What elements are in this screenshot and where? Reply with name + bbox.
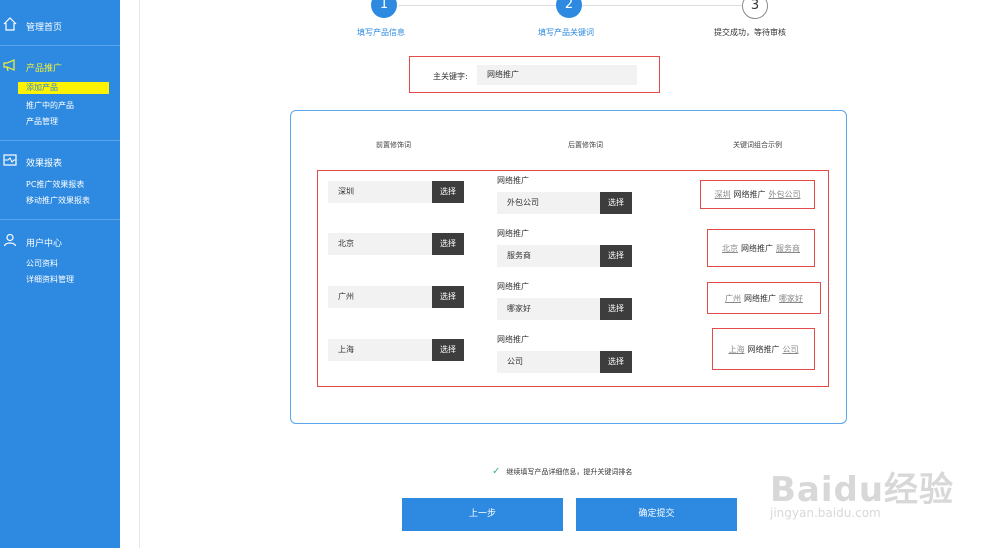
home-icon [3, 17, 17, 31]
combination-example: 北京 网络推广 服务商 [707, 229, 815, 267]
divider [139, 0, 140, 548]
step-3-circle: 3 [742, 0, 768, 19]
submit-button[interactable]: 确定提交 [576, 498, 737, 531]
suffix-input[interactable]: 哪家好 [497, 298, 601, 320]
prefix-select-button[interactable]: 选择 [432, 286, 464, 308]
continue-detail-option[interactable]: ✓ 继续填写产品详细信息，提升关键词排名 [492, 466, 632, 477]
suffix-input[interactable]: 公司 [497, 351, 601, 373]
sidebar-subitem-detail-management[interactable]: 详细资料管理 [26, 274, 74, 285]
prefix-input[interactable]: 上海 [328, 339, 432, 361]
example-keyword: 网络推广 [744, 293, 776, 303]
row-keyword-label: 网络推广 [497, 335, 529, 344]
suffix-select-button[interactable]: 选择 [600, 245, 632, 267]
row-keyword-label: 网络推广 [497, 176, 529, 185]
sidebar-subitem-add-product[interactable]: 添加产品 [18, 82, 109, 94]
sidebar-item-label: 产品推广 [26, 64, 63, 74]
sidebar-subitem-product-management[interactable]: 产品管理 [26, 116, 58, 127]
combination-example: 广州 网络推广 哪家好 [707, 282, 821, 314]
example-prefix[interactable]: 深圳 [715, 189, 731, 200]
sidebar-subitem-pc-report[interactable]: PC推广效果报表 [26, 179, 84, 190]
sidebar-item-user-center[interactable]: 用户中心 [0, 233, 120, 251]
sidebar-item-label: 效果报表 [26, 159, 63, 169]
user-icon [3, 233, 17, 247]
sidebar-item-reports[interactable]: 效果报表 [0, 153, 120, 171]
sidebar-item-label: 用户中心 [26, 239, 63, 249]
column-header-suffix: 后置修饰词 [568, 141, 603, 149]
suffix-input[interactable]: 外包公司 [497, 192, 601, 214]
prefix-input[interactable]: 广州 [328, 286, 432, 308]
suffix-select-button[interactable]: 选择 [600, 351, 632, 373]
baidu-jingyan-watermark: Baidu经验 jingyan.baidu.com [770, 462, 953, 532]
sidebar-subitem-company-info[interactable]: 公司资料 [26, 258, 58, 269]
prefix-select-button[interactable]: 选择 [432, 233, 464, 255]
combination-example: 上海 网络推广 公司 [712, 328, 815, 370]
prefix-select-button[interactable]: 选择 [432, 181, 464, 203]
suffix-select-button[interactable]: 选择 [600, 192, 632, 214]
watermark-brand: Baidu经验 [770, 470, 955, 510]
example-suffix[interactable]: 公司 [783, 344, 799, 355]
step-3-label: 提交成功，等待审核 [714, 28, 786, 37]
continue-detail-label: 继续填写产品详细信息，提升关键词排名 [506, 468, 633, 476]
divider [0, 219, 120, 220]
combination-example: 深圳 网络推广 外包公司 [700, 180, 815, 209]
example-prefix[interactable]: 北京 [722, 243, 738, 254]
sidebar-subitem-promoting-products[interactable]: 推广中的产品 [26, 100, 74, 111]
divider [0, 140, 120, 141]
column-header-example: 关键词组合示例 [733, 141, 782, 149]
report-icon [3, 154, 17, 166]
example-keyword: 网络推广 [733, 190, 766, 199]
sidebar-item-home[interactable]: 管理首页 [0, 17, 120, 35]
example-prefix[interactable]: 广州 [725, 293, 741, 304]
sidebar-item-promotion[interactable]: 产品推广 [0, 58, 120, 76]
example-suffix[interactable]: 哪家好 [779, 293, 803, 304]
row-keyword-label: 网络推广 [497, 229, 529, 238]
sidebar-item-label: 管理首页 [26, 23, 63, 33]
prefix-select-button[interactable]: 选择 [432, 339, 464, 361]
step-1-label: 填写产品信息 [357, 28, 405, 37]
prefix-input[interactable]: 北京 [328, 233, 432, 255]
divider [0, 45, 120, 46]
step-1-circle: 1 [371, 0, 397, 18]
suffix-input[interactable]: 服务商 [497, 245, 601, 267]
example-keyword: 网络推广 [741, 243, 773, 253]
example-suffix[interactable]: 外包公司 [769, 189, 801, 200]
megaphone-icon [3, 59, 15, 72]
main-keyword-input[interactable]: 网络推广 [477, 65, 637, 85]
example-prefix[interactable]: 上海 [729, 344, 745, 355]
suffix-select-button[interactable]: 选择 [600, 298, 632, 320]
sidebar-subitem-mobile-report[interactable]: 移动推广效果报表 [26, 195, 90, 206]
step-2-label: 填写产品关键词 [538, 28, 594, 37]
checkmark-icon: ✓ [492, 466, 501, 477]
main-keyword-box: 主关键字: 网络推广 [409, 56, 660, 93]
sidebar: 管理首页 产品推广 添加产品 推广中的产品 产品管理 效果报表 PC推广效果报表… [0, 0, 120, 548]
step-2-circle: 2 [556, 0, 582, 18]
example-keyword: 网络推广 [747, 344, 780, 354]
prefix-input[interactable]: 深圳 [328, 181, 432, 203]
column-header-prefix: 前置修饰词 [376, 141, 411, 149]
step-connector [398, 5, 558, 6]
prev-step-button[interactable]: 上一步 [402, 498, 563, 531]
watermark-url: jingyan.baidu.com [770, 506, 881, 520]
row-keyword-label: 网络推广 [497, 282, 529, 291]
step-connector [582, 5, 742, 6]
main-keyword-label: 主关键字: [433, 72, 468, 81]
example-suffix[interactable]: 服务商 [776, 243, 800, 254]
